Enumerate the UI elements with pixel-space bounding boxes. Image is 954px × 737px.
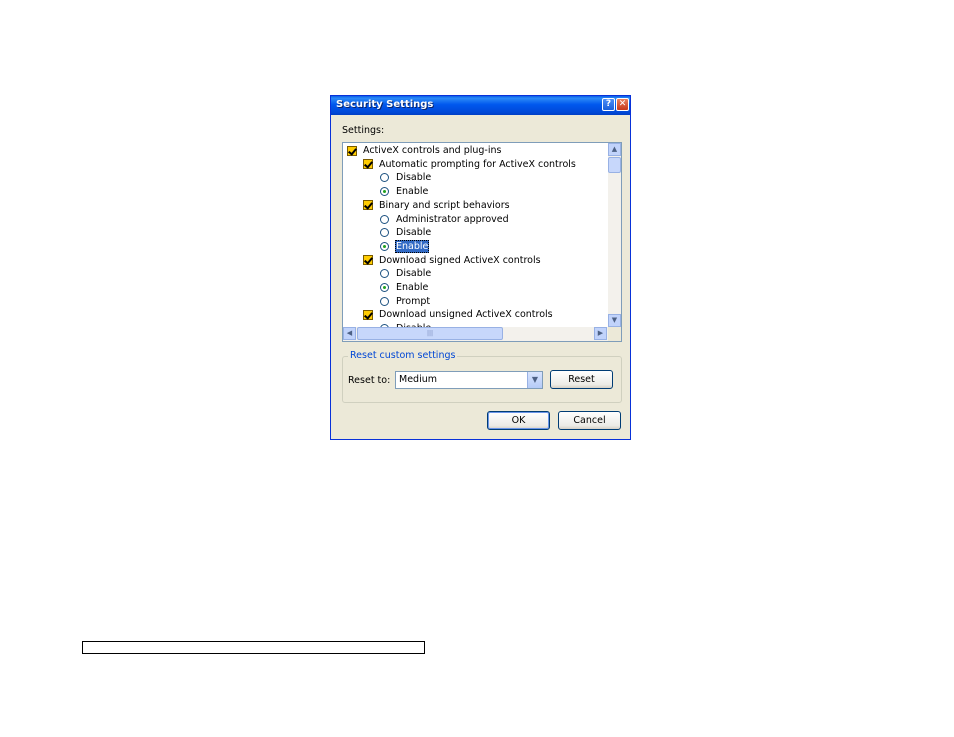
vertical-scrollbar[interactable]: ▲ ▼	[608, 143, 621, 327]
radio-unselected-icon[interactable]	[380, 214, 389, 224]
tree-item-label: Download unsigned ActiveX controls	[379, 309, 553, 321]
tree-item-label: Enable	[396, 282, 429, 293]
blank-text-field[interactable]	[82, 641, 425, 654]
cancel-button[interactable]: Cancel	[558, 411, 621, 430]
reset-level-select[interactable]: Medium ▼	[395, 371, 543, 389]
tree-setting[interactable]: Automatic prompting for ActiveX controls	[363, 158, 577, 171]
radio-selected-icon[interactable]	[380, 283, 389, 292]
tree-option-radio[interactable]: Disable	[380, 267, 432, 280]
scroll-down-icon[interactable]: ▼	[608, 314, 621, 327]
scroll-left-icon[interactable]: ◀	[343, 327, 356, 340]
tree-setting[interactable]: Download unsigned ActiveX controls	[363, 308, 554, 321]
scroll-right-icon[interactable]: ▶	[594, 327, 607, 340]
tree-option-radio[interactable]: Administrator approved	[380, 213, 510, 226]
tree-item-label: Enable	[396, 186, 429, 198]
tree-option-radio[interactable]: Disable	[380, 226, 432, 239]
title-bar[interactable]: Security Settings ? ✕	[331, 96, 630, 115]
reset-to-label: Reset to:	[348, 375, 391, 386]
radio-unselected-icon[interactable]	[380, 173, 389, 183]
tree-setting[interactable]: Binary and script behaviors	[363, 199, 511, 212]
reset-button[interactable]: Reset	[550, 370, 613, 389]
security-setting-icon	[363, 255, 373, 266]
ok-button[interactable]: OK	[487, 411, 550, 430]
tree-item-label: Administrator approved	[396, 213, 509, 225]
tree-item-label: ActiveX controls and plug-ins	[363, 145, 502, 156]
reset-level-value: Medium	[399, 374, 437, 385]
tree-option-radio[interactable]: Enable	[380, 281, 429, 294]
tree-option-radio[interactable]: Enable	[380, 185, 429, 198]
tree-setting[interactable]: Download signed ActiveX controls	[363, 254, 542, 267]
tree-item-label: Disable	[396, 268, 432, 280]
tree-option-radio[interactable]: Enable	[380, 239, 430, 253]
tree-item-label: Automatic prompting for ActiveX controls	[379, 158, 576, 170]
scrollbar-corner	[608, 327, 621, 341]
tree-category[interactable]: ActiveX controls and plug-ins	[347, 144, 502, 157]
settings-label: Settings:	[342, 125, 385, 136]
dialog-title: Security Settings	[336, 99, 434, 110]
security-settings-dialog: Security Settings ? ✕ Settings: ActiveX …	[330, 95, 631, 440]
close-icon[interactable]: ✕	[616, 98, 629, 111]
horizontal-scroll-thumb[interactable]: |||	[357, 327, 503, 340]
group-title: Reset custom settings	[348, 350, 458, 361]
tree-item-label: Download signed ActiveX controls	[379, 254, 541, 266]
vertical-scroll-thumb[interactable]	[608, 157, 621, 173]
tree-option-radio[interactable]: Prompt	[380, 295, 431, 308]
security-setting-icon	[363, 200, 373, 211]
tree-option-radio[interactable]: Disable	[380, 171, 432, 184]
radio-selected-icon[interactable]	[380, 187, 389, 197]
tree-item-label: Disable	[396, 227, 432, 239]
security-setting-icon	[363, 159, 373, 170]
radio-unselected-icon[interactable]	[380, 269, 389, 279]
help-icon[interactable]: ?	[602, 98, 615, 111]
settings-list[interactable]: ActiveX controls and plug-ins Automatic p…	[342, 142, 622, 342]
chevron-down-icon[interactable]: ▼	[527, 372, 542, 388]
scroll-up-icon[interactable]: ▲	[608, 143, 621, 156]
tree-item-label: Binary and script behaviors	[379, 199, 510, 211]
horizontal-scrollbar[interactable]: ◀ ||| ▶	[343, 327, 608, 341]
radio-selected-icon[interactable]	[380, 241, 389, 251]
radio-unselected-icon[interactable]	[380, 228, 389, 238]
tree-item-label: Disable	[396, 172, 432, 184]
tree-item-label: Enable	[395, 239, 430, 253]
tree-item-label: Prompt	[396, 295, 431, 307]
radio-unselected-icon[interactable]	[380, 296, 389, 306]
reset-custom-settings-group: Reset custom settings Reset to: Medium ▼…	[342, 350, 622, 403]
security-setting-icon	[363, 309, 373, 320]
security-category-icon	[347, 145, 357, 156]
